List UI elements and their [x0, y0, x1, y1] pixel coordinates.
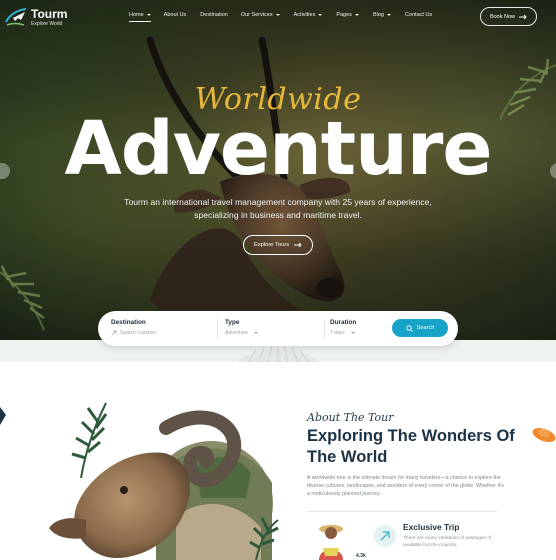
nav-item-activities[interactable]: Activities: [294, 12, 323, 22]
search-icon: [405, 324, 413, 332]
tour-search-form: Destination Search Loaction Type Adventu…: [98, 311, 458, 346]
duration-field[interactable]: Duration 7 days: [330, 319, 356, 336]
arrow-right-icon: [294, 242, 302, 248]
plane-icon: [0, 407, 6, 425]
nav-item-label: Contact Us: [404, 12, 433, 18]
page: Tourm Explore World Home About Us Destin…: [0, 0, 556, 560]
duration-value: 7 days: [330, 330, 345, 336]
duration-label: Duration: [330, 319, 357, 326]
nav-item-label: Destination: [200, 12, 228, 18]
location-pin-icon: [111, 330, 117, 336]
destination-input[interactable]: Search Loaction: [111, 330, 156, 336]
field-divider: [217, 318, 218, 339]
brand-logo[interactable]: Tourm Explore World: [4, 6, 67, 28]
nav-item-our-services[interactable]: Our Services: [241, 12, 280, 22]
chevron-down-icon: [275, 13, 280, 16]
type-select[interactable]: Adventure: [225, 330, 258, 336]
nav-item-label: Home: [129, 12, 144, 18]
hat-decoration: [532, 428, 556, 442]
nav-item-home[interactable]: Home: [129, 12, 151, 22]
type-field[interactable]: Type Adventure: [225, 319, 258, 336]
feature-description: There are many variations of passages of…: [403, 536, 492, 549]
duration-select[interactable]: 7 days: [330, 330, 356, 336]
type-label: Type: [225, 319, 240, 326]
nav-item-label: Our Services: [240, 12, 273, 18]
nav-item-label: About Us: [163, 12, 187, 18]
nav-item-blog[interactable]: Blog: [373, 12, 391, 22]
destination-label: Destination: [111, 319, 146, 326]
section-divider: [307, 511, 497, 512]
chevron-down-icon: [354, 13, 359, 16]
nav-item-destination[interactable]: Destination: [200, 12, 228, 22]
main-menu: Home About Us Destination Our Services A…: [129, 12, 432, 22]
nav-item-about-us[interactable]: About Us: [164, 12, 187, 22]
nav-item-label: Pages: [336, 12, 352, 18]
seashell-decoration: [238, 346, 318, 362]
chevron-down-icon: [146, 13, 151, 16]
chevron-down-icon: [350, 332, 355, 334]
about-kicker: About The Tour: [307, 411, 394, 424]
traveler-count: 4.3k: [356, 553, 366, 559]
plane-icon: [374, 525, 396, 547]
about-title: Exploring The Wonders Of The World: [307, 427, 515, 467]
chevron-down-icon: [253, 332, 258, 334]
brand-name: Tourm: [31, 6, 68, 21]
brand-tagline: Explore World: [31, 20, 63, 27]
nav-item-label: Blog: [372, 12, 384, 18]
book-now-button[interactable]: Book Now: [480, 7, 537, 26]
nav-item-label: Activities: [293, 12, 316, 18]
search-button-label: Search: [416, 325, 435, 331]
chevron-down-icon: [386, 13, 391, 16]
destination-placeholder: Search Loaction: [120, 330, 157, 336]
traveler-avatar: [319, 525, 343, 560]
explore-tours-label: Explore Tours: [253, 242, 290, 248]
brand-text: Tourm Explore World: [31, 8, 67, 27]
chevron-down-icon: [318, 13, 323, 16]
nav-item-contact-us[interactable]: Contact Us: [405, 12, 432, 22]
search-button[interactable]: Search: [392, 319, 448, 337]
about-description: A worldwide tour is the ultimate dream f…: [307, 475, 504, 498]
field-divider: [324, 318, 325, 339]
top-navigation: Tourm Explore World Home About Us Destin…: [0, 0, 556, 34]
hero-description: Tourm an international travel management…: [124, 197, 432, 221]
nav-item-pages[interactable]: Pages: [336, 12, 359, 22]
ram-collage-image: [49, 402, 279, 560]
book-now-label: Book Now: [489, 13, 516, 20]
hero-headline: Adventure: [64, 106, 492, 192]
hero-section: Tourm Explore World Home About Us Destin…: [0, 0, 556, 362]
plane-icon: [5, 8, 27, 26]
type-value: Adventure: [225, 330, 248, 336]
arrow-right-icon: [519, 14, 527, 19]
destination-field[interactable]: Destination Search Loaction: [111, 319, 156, 336]
feature-title: Exclusive Trip: [403, 522, 460, 532]
explore-tours-button[interactable]: Explore Tours: [243, 235, 313, 255]
